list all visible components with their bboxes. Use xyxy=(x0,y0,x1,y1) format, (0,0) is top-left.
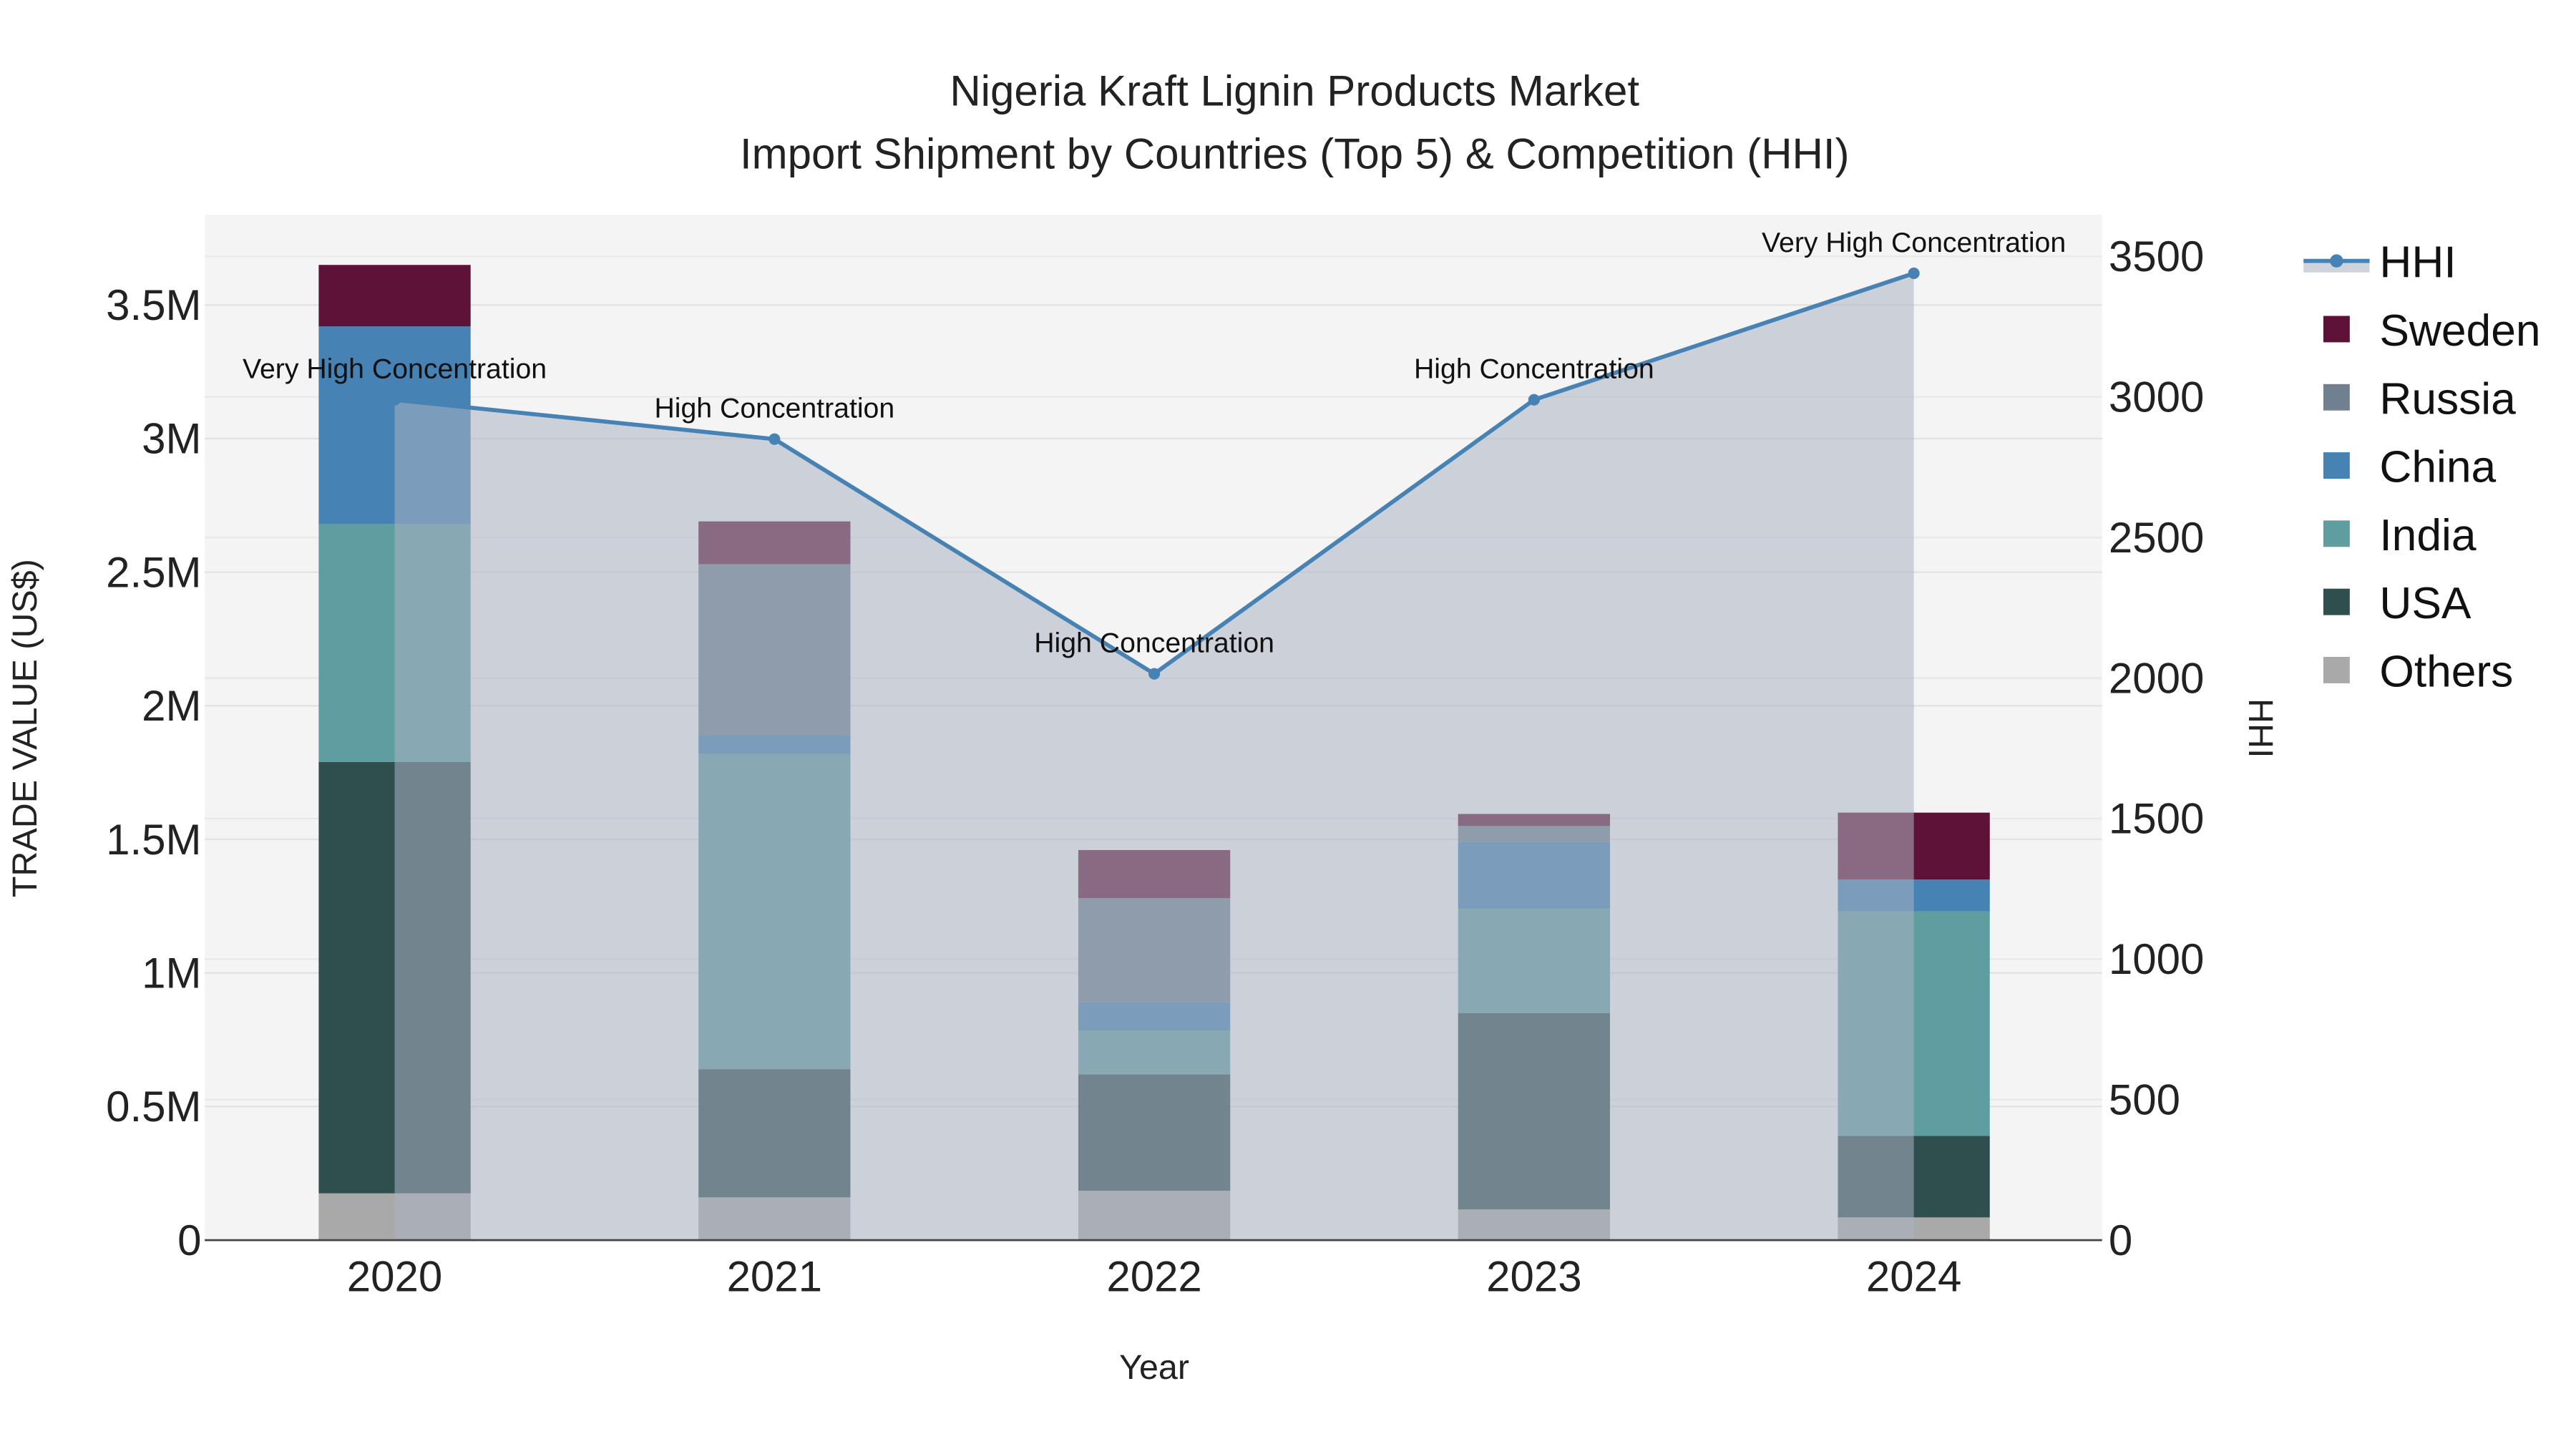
x-tick-label: 2020 xyxy=(347,1253,442,1301)
chart: Very High Concentration High Concentratio… xyxy=(6,67,2541,1387)
y-axis-label: TRADE VALUE (US$) xyxy=(6,559,44,897)
chart-subtitle: Import Shipment by Countries (Top 5) & C… xyxy=(740,130,1850,177)
hhi-annotation: High Concentration xyxy=(1034,628,1274,659)
hhi-annotation: High Concentration xyxy=(1414,353,1654,385)
legend-label-others: Others xyxy=(2379,648,2513,697)
legend-swatch-russia xyxy=(2323,384,2350,411)
legend-swatch-sweden xyxy=(2323,316,2350,343)
hhi-point-2021 xyxy=(769,433,781,445)
bar-sweden-2020 xyxy=(318,265,471,327)
y2-tick-label: 2000 xyxy=(2109,654,2204,702)
hhi-point-2022 xyxy=(1148,668,1161,680)
x-tick-label: 2022 xyxy=(1106,1253,1201,1301)
y-tick-label: 2.5M xyxy=(106,548,201,596)
legend-swatch-others xyxy=(2323,657,2350,683)
y-tick-label: 0.5M xyxy=(106,1083,201,1131)
legend-swatch-hhi-marker xyxy=(2330,254,2343,268)
hhi-point-2020 xyxy=(389,394,401,406)
x-axis-label: Year xyxy=(1119,1348,1189,1387)
y-tick-label: 1.5M xyxy=(106,816,201,864)
y2-tick-label: 3500 xyxy=(2109,233,2204,280)
x-tick-label: 2021 xyxy=(727,1253,822,1301)
legend-label-russia: Russia xyxy=(2379,374,2516,424)
y2-tick-label: 1500 xyxy=(2109,795,2204,843)
legend-swatch-usa xyxy=(2323,588,2350,615)
y-tick-label: 3M xyxy=(142,415,201,463)
legend-label-hhi: HHI xyxy=(2379,238,2456,288)
hhi-point-2023 xyxy=(1528,394,1540,406)
y2-tick-label: 500 xyxy=(2109,1075,2180,1123)
y2-tick-label: 1000 xyxy=(2109,935,2204,983)
y2-tick-label: 2500 xyxy=(2109,514,2204,562)
legend: HHI Sweden Russia China India USA Others xyxy=(2303,238,2541,697)
hhi-annotation: High Concentration xyxy=(654,393,894,424)
y2-axis-label: HHI xyxy=(2241,698,2280,758)
y2-tick-label: 0 xyxy=(2109,1216,2132,1264)
hhi-annotation: Very High Concentration xyxy=(243,353,547,385)
y-tick-label: 0 xyxy=(177,1216,201,1264)
y2-tick-label: 3000 xyxy=(2109,374,2204,421)
legend-label-india: India xyxy=(2379,511,2476,560)
hhi-point-2024 xyxy=(1908,267,1920,280)
hhi-annotation: Very High Concentration xyxy=(1762,227,2066,258)
x-tick-label: 2023 xyxy=(1486,1253,1581,1301)
chart-title: Nigeria Kraft Lignin Products Market xyxy=(950,67,1639,115)
legend-swatch-india xyxy=(2323,520,2350,547)
y-tick-label: 3.5M xyxy=(106,281,201,329)
legend-label-usa: USA xyxy=(2379,579,2472,628)
x-tick-label: 2024 xyxy=(1866,1253,1961,1301)
y-tick-label: 1M xyxy=(142,949,201,997)
legend-label-china: China xyxy=(2379,443,2496,492)
legend-label-sweden: Sweden xyxy=(2379,306,2540,356)
legend-swatch-china xyxy=(2323,452,2350,479)
y-tick-label: 2M xyxy=(142,682,201,730)
